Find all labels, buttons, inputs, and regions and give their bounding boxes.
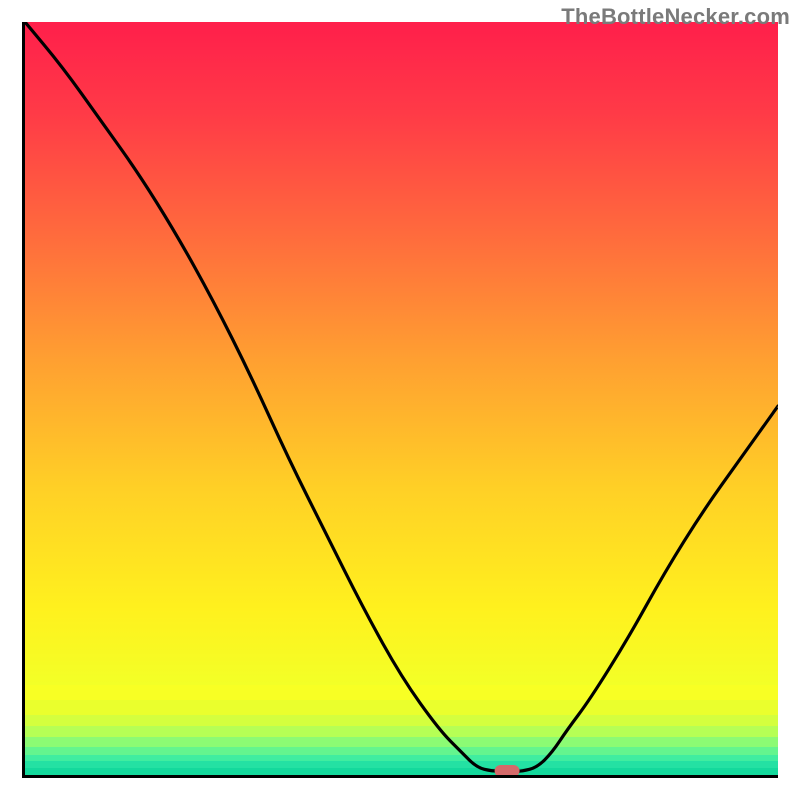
bottleneck-minimum-marker: [494, 765, 519, 777]
plot-frame: [22, 22, 778, 778]
attribution-label: TheBottleNecker.com: [561, 4, 790, 30]
bottleneck-curve: [25, 22, 778, 775]
bottleneck-curve-path: [25, 22, 778, 771]
plot-area: [25, 22, 778, 775]
chart-container: TheBottleNecker.com: [0, 0, 800, 800]
